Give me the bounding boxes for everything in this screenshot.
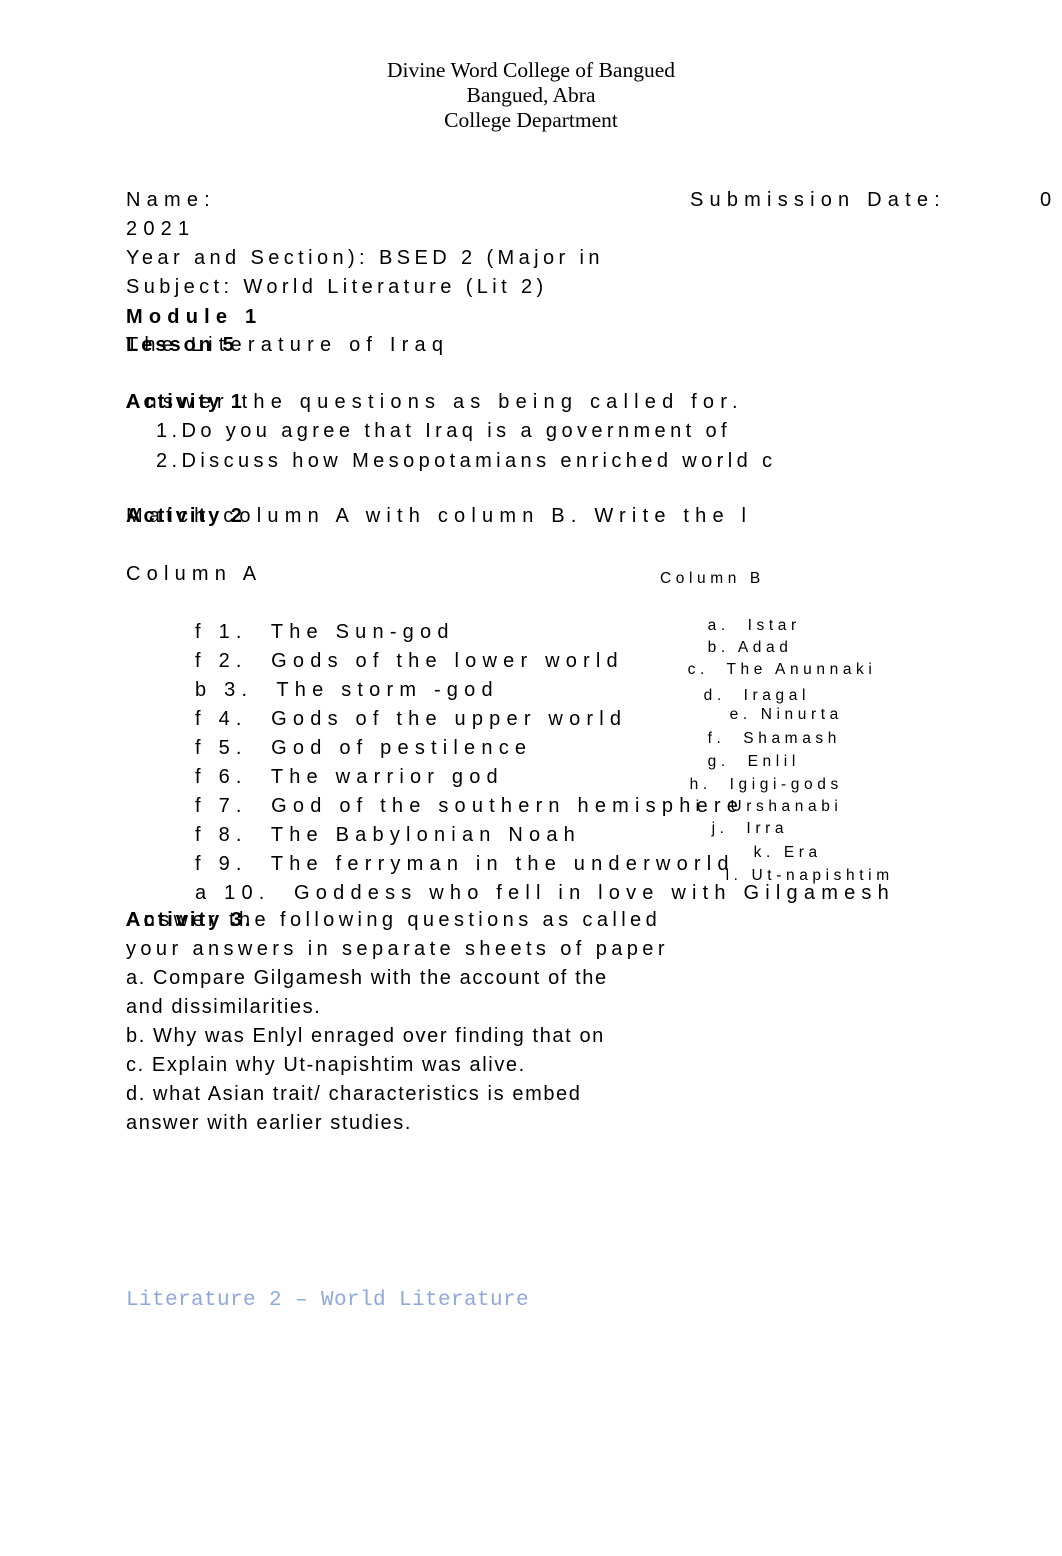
column-a-number: 10.: [224, 882, 271, 904]
masthead-line-department: College Department: [444, 108, 618, 132]
subject-line: Subject: World Literature (Lit 2): [126, 276, 548, 298]
column-b-row: l. Ut-napishtim: [690, 843, 894, 909]
name-label: Name:: [126, 189, 216, 211]
activity3-label: Activity 3.: [126, 909, 254, 931]
activity3-item-c: c. Explain why Ut-napishtim was alive.: [126, 1054, 526, 1076]
column-a-header: Column A: [126, 563, 263, 585]
column-a-answer: a: [195, 882, 213, 904]
activity3-item-b: b. Why was Enlyl enraged over finding th…: [126, 1025, 605, 1047]
module-heading: Module 1: [126, 306, 263, 328]
activity1-label: Activity 1: [126, 391, 245, 413]
page-footer: Literature 2 – World Literature: [126, 1289, 530, 1312]
year-and-section-line: Year and Section): BSED 2 (Major in: [126, 247, 604, 269]
column-b-header: Column B: [660, 570, 765, 587]
activity3-instruction-continued: your answers in separate sheets of paper: [126, 938, 669, 960]
institution-masthead: Divine Word College of Bangued Bangued, …: [0, 58, 1062, 133]
document-page: Divine Word College of Bangued Bangued, …: [0, 0, 1062, 1556]
activity1-item-2: 2.Discuss how Mesopotamians enriched wor…: [156, 450, 777, 472]
column-b-text: Ut-napishtim: [751, 867, 894, 884]
activity3-item-a-continued: and dissimilarities.: [126, 996, 322, 1018]
submission-year-value: 2021: [126, 218, 196, 240]
lesson-heading-bold: Lesson 5: [126, 334, 237, 356]
submission-date-value: 0: [1040, 189, 1058, 211]
activity3-item-a: a. Compare Gilgamesh with the account of…: [126, 967, 608, 989]
column-b-letter: l.: [725, 867, 743, 884]
activity3-item-d-continued: answer with earlier studies.: [126, 1112, 413, 1134]
submission-date-label: Submission Date:: [690, 189, 946, 211]
masthead-line-college: Divine Word College of Bangued: [386, 58, 676, 82]
activity3-item-d: d. what Asian trait/ characteristics is …: [126, 1083, 582, 1105]
masthead-line-location: Bangued, Abra: [466, 83, 596, 107]
activity1-item-1: 1.Do you agree that Iraq is a government…: [156, 420, 731, 442]
activity2-label: Activity 2: [126, 505, 245, 527]
